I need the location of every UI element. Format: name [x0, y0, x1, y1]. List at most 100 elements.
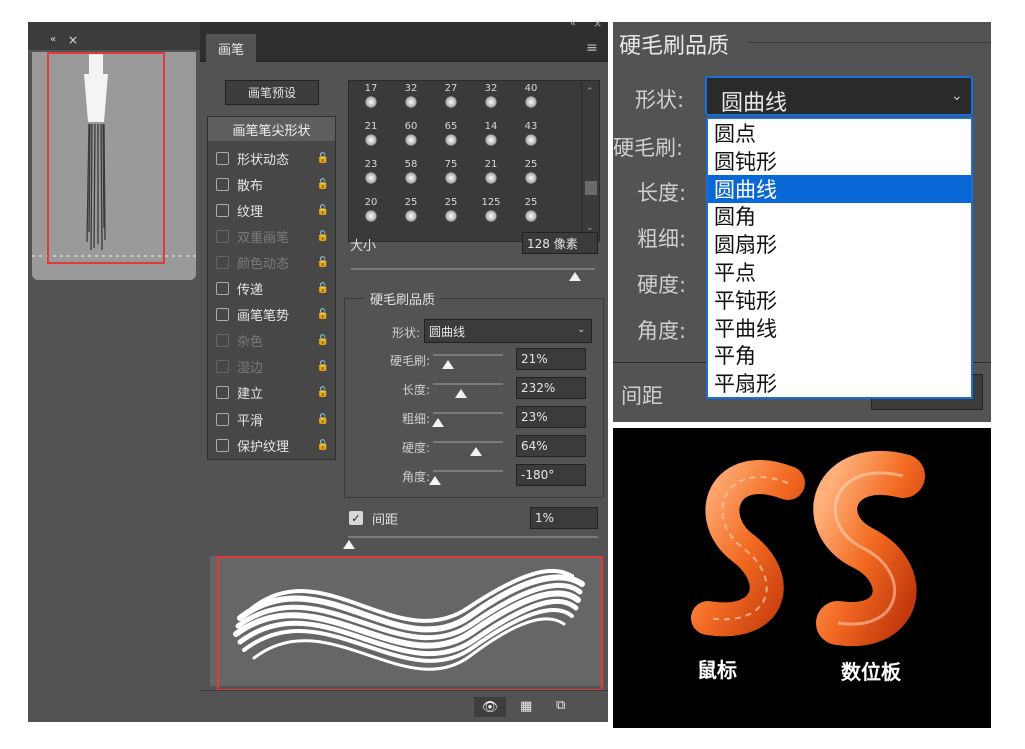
- brush-tip-cell[interactable]: 21: [351, 121, 391, 151]
- brush-tip-cell[interactable]: 65: [431, 121, 471, 151]
- bristle-param-thumb[interactable]: [432, 418, 445, 427]
- brush-tip-cell[interactable]: 40: [511, 83, 551, 113]
- grid-view-icon[interactable]: ▦: [520, 699, 532, 714]
- brush-tip-cell[interactable]: 25: [431, 197, 471, 227]
- bristle-param-field[interactable]: 21%: [516, 348, 586, 370]
- bristle-param-slider[interactable]: [433, 383, 503, 385]
- lock-icon[interactable]: 🔓: [316, 282, 330, 296]
- brush-presets-button[interactable]: 画笔预设: [225, 80, 319, 105]
- bristle-param-thumb[interactable]: [429, 476, 441, 485]
- collapse-icon[interactable]: «: [50, 34, 56, 45]
- bristle-param-slider[interactable]: [433, 412, 503, 414]
- dropdown-option[interactable]: 平点: [708, 258, 971, 286]
- dropdown-option[interactable]: 平曲线: [708, 314, 971, 342]
- brush-tip-cell[interactable]: 23: [351, 159, 391, 189]
- brush-tip-cell[interactable]: 25: [391, 197, 431, 227]
- spacing-field[interactable]: 1%: [530, 507, 598, 529]
- brush-tip-cell[interactable]: 14: [471, 121, 511, 151]
- option-checkbox[interactable]: [216, 203, 229, 217]
- lock-icon[interactable]: 🔓: [316, 334, 330, 348]
- option-checkbox[interactable]: [216, 151, 229, 165]
- shape-select[interactable]: 圆曲线 ⌄: [424, 319, 592, 343]
- bristle-param-slider[interactable]: [433, 470, 503, 472]
- close-icon[interactable]: ×: [68, 33, 78, 47]
- brush-tip-cell[interactable]: 20: [351, 197, 391, 227]
- lock-icon[interactable]: 🔓: [316, 203, 330, 217]
- close-icon[interactable]: ×: [593, 17, 602, 30]
- brush-tip-thumbnail: [405, 172, 417, 184]
- bristle-param-field[interactable]: 64%: [516, 435, 586, 457]
- size-field[interactable]: 128 像素: [522, 232, 598, 254]
- lock-icon[interactable]: 🔓: [316, 412, 330, 426]
- option-checkbox[interactable]: [216, 386, 229, 400]
- tab-brush[interactable]: 画笔: [206, 34, 256, 62]
- collapse-icon[interactable]: «: [570, 18, 576, 29]
- size-slider-track[interactable]: [351, 268, 595, 270]
- dropdown-option[interactable]: 平扇形: [708, 369, 971, 397]
- dropdown-option[interactable]: 平钝形: [708, 286, 971, 314]
- lock-icon[interactable]: 🔓: [316, 386, 330, 400]
- brush-tip-cell[interactable]: 27: [431, 83, 471, 113]
- option-checkbox[interactable]: [216, 308, 229, 322]
- lock-icon[interactable]: 🔓: [316, 308, 330, 322]
- scroll-up-icon[interactable]: ⌃: [586, 87, 594, 97]
- option-checkbox[interactable]: [216, 282, 229, 295]
- dropdown-option[interactable]: 圆钝形: [708, 147, 971, 175]
- brush-tip-cell[interactable]: 58: [391, 159, 431, 189]
- brush-tip-cell[interactable]: 25: [511, 197, 551, 227]
- brush-tip-cell[interactable]: 21: [471, 159, 511, 189]
- bristle-param-thumb[interactable]: [469, 447, 482, 456]
- brush-tip-cell[interactable]: 43: [511, 121, 551, 151]
- bristle-param-field[interactable]: 232%: [516, 377, 586, 399]
- lock-icon[interactable]: 🔓: [316, 438, 330, 452]
- dropdown-option[interactable]: 圆曲线: [708, 174, 971, 203]
- lock-icon[interactable]: 🔓: [316, 151, 330, 165]
- option-checkbox[interactable]: [216, 360, 229, 374]
- scroll-thumb[interactable]: [585, 181, 597, 195]
- grid-scrollbar[interactable]: ⌃ ⌄: [581, 81, 599, 241]
- brush-tip-cell[interactable]: 32: [471, 83, 511, 113]
- chevron-down-icon: ⌄: [951, 88, 963, 104]
- spacing-slider-thumb[interactable]: [343, 540, 355, 549]
- panel-menu-icon[interactable]: ≡: [586, 40, 598, 56]
- option-checkbox[interactable]: [216, 438, 229, 452]
- lock-icon[interactable]: 🔓: [316, 229, 330, 243]
- zoom-shape-select[interactable]: 圆曲线 ⌄: [705, 76, 973, 116]
- dropdown-option[interactable]: 圆扇形: [708, 230, 971, 258]
- brush-tip-cell[interactable]: 17: [351, 83, 391, 113]
- option-checkbox[interactable]: [216, 412, 229, 426]
- option-checkbox[interactable]: [216, 177, 229, 191]
- bristle-param-slider[interactable]: [433, 354, 503, 356]
- brush-tip-cell[interactable]: 75: [431, 159, 471, 189]
- brush-tip-cell[interactable]: 60: [391, 121, 431, 151]
- bristle-param-thumb[interactable]: [442, 360, 455, 369]
- brush-size-number: 25: [524, 159, 538, 170]
- option-checkbox[interactable]: [216, 334, 229, 348]
- bristle-param-thumb[interactable]: [454, 389, 467, 398]
- brush-tip-cell[interactable]: 32: [391, 83, 431, 113]
- bristle-param-slider[interactable]: [433, 441, 503, 443]
- shape-dropdown-menu[interactable]: 圆点 圆钝形 圆曲线 圆角 圆扇形 平点 平钝形 平曲线 平角 平扇形: [706, 117, 973, 399]
- brush-tip-thumbnail: [525, 96, 537, 108]
- option-label: 颜色动态: [237, 256, 290, 272]
- spacing-checkbox[interactable]: ✓: [349, 511, 363, 525]
- dropdown-option[interactable]: 圆点: [708, 119, 971, 147]
- lock-icon[interactable]: 🔓: [316, 360, 330, 374]
- spacing-slider-track[interactable]: [348, 536, 598, 538]
- option-checkbox[interactable]: [216, 255, 229, 269]
- tip-shape-header[interactable]: 画笔笔尖形状: [208, 117, 335, 141]
- dropdown-option[interactable]: 平角: [708, 341, 971, 369]
- zoom-row-label: 长度:: [637, 181, 687, 205]
- lock-icon[interactable]: 🔓: [316, 177, 330, 191]
- brush-tip-cell[interactable]: 25: [511, 159, 551, 189]
- bristle-param-field[interactable]: 23%: [516, 406, 586, 428]
- dropdown-option[interactable]: 圆角: [708, 202, 971, 230]
- new-preset-icon[interactable]: ⧉: [556, 698, 565, 713]
- size-slider-thumb[interactable]: [569, 272, 581, 281]
- brush-tip-cell[interactable]: 125: [471, 197, 511, 227]
- bristle-param-field[interactable]: -180°: [516, 464, 586, 486]
- toggle-preview-icon[interactable]: 👁: [474, 697, 506, 717]
- lock-icon[interactable]: 🔓: [316, 255, 330, 269]
- option-checkbox[interactable]: [216, 229, 229, 243]
- brush-size-number: 58: [404, 159, 418, 170]
